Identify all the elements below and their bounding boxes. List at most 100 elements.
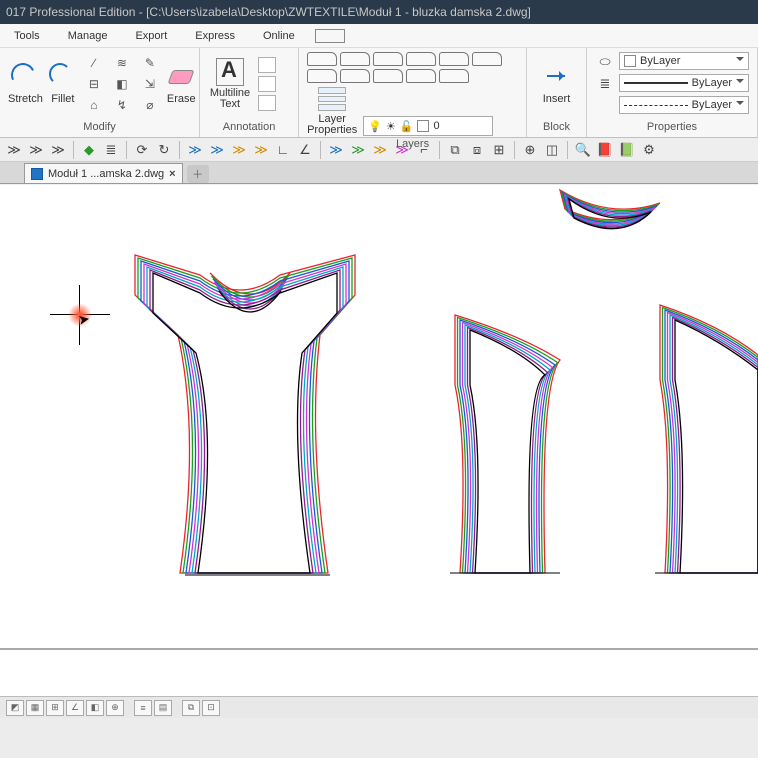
document-tab[interactable]: Moduł 1 ...amska 2.dwg × <box>24 163 183 183</box>
file-icon <box>31 168 43 180</box>
tool-arrow-icon[interactable]: ≫ <box>348 141 368 159</box>
erase-button[interactable]: Erase <box>167 52 196 116</box>
status-toggle[interactable]: ⧉ <box>182 700 200 716</box>
layerstate-icon[interactable] <box>439 52 469 66</box>
tool-arrow-icon[interactable]: ≫ <box>392 141 412 159</box>
active-layer-selector[interactable]: 💡 ☀ 🔓 0 <box>363 116 493 136</box>
tool-arrow-icon[interactable]: ≫ <box>48 141 68 159</box>
tool-arrow-icon[interactable]: ≫ <box>370 141 390 159</box>
tool-arrow-icon[interactable]: ≫ <box>229 141 249 159</box>
mtext-button[interactable]: A Multiline Text <box>208 52 252 116</box>
new-tab-button[interactable]: ＋ <box>187 165 209 183</box>
menu-bar: Tools Manage Export Express Online <box>0 24 758 48</box>
status-toggle[interactable]: ◧ <box>86 700 104 716</box>
tool-list-icon[interactable]: ≣ <box>101 141 121 159</box>
menu-online[interactable]: Online <box>249 30 309 42</box>
layerstate-icon[interactable] <box>406 69 436 83</box>
menu-export[interactable]: Export <box>121 30 181 42</box>
small-tool-icon[interactable]: ✎ <box>139 54 161 72</box>
insert-button[interactable]: Insert <box>535 52 578 116</box>
tool-angle-icon[interactable]: ⌐ <box>414 141 434 159</box>
tool-target-icon[interactable]: ⊕ <box>520 141 540 159</box>
tool-gear-icon[interactable]: ⚙ <box>639 141 659 159</box>
status-toggle[interactable]: ▤ <box>154 700 172 716</box>
small-tool-icon[interactable]: ⇲ <box>139 75 161 93</box>
tool-book-icon[interactable]: 📗 <box>617 141 637 159</box>
color-selector[interactable]: ByLayer <box>619 52 749 70</box>
match-prop-icon[interactable]: ⬭ <box>595 53 615 71</box>
status-toggle[interactable]: ⊕ <box>106 700 124 716</box>
dimension-icon[interactable] <box>258 57 276 73</box>
layerstate-icon[interactable] <box>373 52 403 66</box>
layer-properties-button[interactable]: Layer Properties <box>307 86 357 136</box>
small-tool-icon[interactable]: ≋ <box>111 54 133 72</box>
tool-copy-icon[interactable]: ⧉ <box>445 141 465 159</box>
tool-paste-icon[interactable]: ⧈ <box>467 141 487 159</box>
menu-manage[interactable]: Manage <box>54 30 122 42</box>
panel-annotation: A Multiline Text Annotation <box>200 48 299 137</box>
menu-extra-icon[interactable] <box>315 29 345 43</box>
tool-arrow-icon[interactable]: ≫ <box>207 141 227 159</box>
status-toggle[interactable]: ▦ <box>26 700 44 716</box>
tool-search-icon[interactable]: 🔍 <box>573 141 593 159</box>
layerstate-icon[interactable] <box>307 52 337 66</box>
small-tool-icon[interactable]: ⊟ <box>83 75 105 93</box>
tool-snap-icon[interactable]: ◫ <box>542 141 562 159</box>
tool-rotate-icon[interactable]: ↻ <box>154 141 174 159</box>
fillet-label: Fillet <box>51 93 74 105</box>
layerstate-icon[interactable] <box>307 69 337 83</box>
chevron-down-icon <box>736 101 744 109</box>
tool-clip-icon[interactable]: ⊞ <box>489 141 509 159</box>
color-swatch <box>624 55 636 67</box>
status-toggle[interactable]: ◩ <box>6 700 24 716</box>
small-tool-icon[interactable]: ⌂ <box>83 96 105 114</box>
layerstate-icon[interactable] <box>340 69 370 83</box>
small-tool-icon[interactable]: ◧ <box>111 75 133 93</box>
status-toggle[interactable]: ∠ <box>66 700 84 716</box>
tool-book-icon[interactable]: 📕 <box>595 141 615 159</box>
panel-modify: Stretch Fillet ∕ ⊟ ⌂ ≋ ◧ ↯ ✎ ⇲ ⌀ <box>0 48 200 137</box>
small-tool-icon[interactable]: ∕ <box>83 54 105 72</box>
panel-modify-label: Modify <box>8 119 191 137</box>
lineweight-selector[interactable]: ByLayer <box>619 74 749 92</box>
tool-angle-icon[interactable]: ∟ <box>273 141 293 159</box>
mtext-label: Multiline Text <box>210 88 250 110</box>
status-toggle[interactable]: ⊡ <box>202 700 220 716</box>
tool-arrow-icon[interactable]: ≫ <box>185 141 205 159</box>
tool-arrow-icon[interactable]: ≫ <box>4 141 24 159</box>
modify-small-col2: ≋ ◧ ↯ <box>111 52 133 116</box>
ribbon: Stretch Fillet ∕ ⊟ ⌂ ≋ ◧ ↯ ✎ ⇲ ⌀ <box>0 48 758 138</box>
command-line[interactable] <box>0 648 758 696</box>
layerstate-icon[interactable] <box>472 52 502 66</box>
status-toggle[interactable]: ⊞ <box>46 700 64 716</box>
menu-express[interactable]: Express <box>181 30 249 42</box>
document-tab-label: Moduł 1 ...amska 2.dwg <box>48 168 164 180</box>
tool-layer-icon[interactable]: ◆ <box>79 141 99 159</box>
list-icon[interactable]: ≣ <box>595 75 615 93</box>
status-bar: ◩ ▦ ⊞ ∠ ◧ ⊕ ≡ ▤ ⧉ ⊡ <box>0 696 758 718</box>
close-tab-icon[interactable]: × <box>169 168 175 180</box>
tool-angle-icon[interactable]: ∠ <box>295 141 315 159</box>
fillet-button[interactable]: Fillet <box>49 52 77 116</box>
panel-annotation-label: Annotation <box>208 119 290 137</box>
tool-refresh-icon[interactable]: ⟳ <box>132 141 152 159</box>
layerstate-icon[interactable] <box>439 69 469 83</box>
linetype-selector[interactable]: ByLayer <box>619 96 749 114</box>
insert-icon <box>543 63 571 91</box>
layerstate-icon[interactable] <box>406 52 436 66</box>
menu-tools[interactable]: Tools <box>0 30 54 42</box>
tool-arrow-icon[interactable]: ≫ <box>326 141 346 159</box>
tool-arrow-icon[interactable]: ≫ <box>26 141 46 159</box>
drawing-canvas[interactable]: ➤ <box>0 185 758 648</box>
small-tool-icon[interactable]: ↯ <box>111 96 133 114</box>
lineweight-value: ByLayer <box>692 77 732 89</box>
status-toggle[interactable]: ≡ <box>134 700 152 716</box>
small-tool-icon[interactable]: ⌀ <box>139 96 161 114</box>
layerstate-icon[interactable] <box>373 69 403 83</box>
linetype-value: ByLayer <box>692 99 732 111</box>
tool-arrow-icon[interactable]: ≫ <box>251 141 271 159</box>
stretch-button[interactable]: Stretch <box>8 52 43 116</box>
layerstate-icon[interactable] <box>340 52 370 66</box>
table-icon[interactable] <box>258 76 276 92</box>
leader-icon[interactable] <box>258 95 276 111</box>
